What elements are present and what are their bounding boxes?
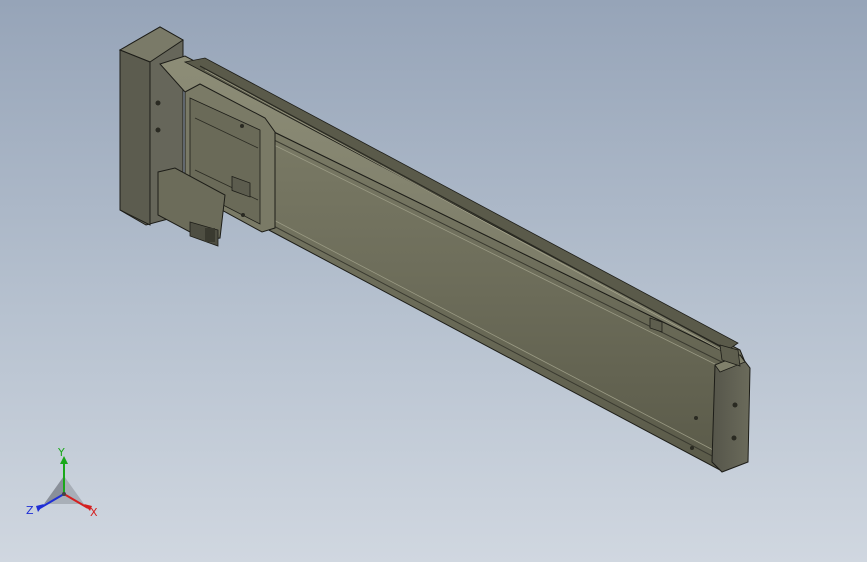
y-axis-label: Y bbox=[57, 446, 65, 459]
z-arrow-icon bbox=[36, 504, 44, 512]
linear-module-model[interactable] bbox=[0, 0, 867, 562]
axis-triad: Y X Z bbox=[26, 446, 98, 519]
graphics-viewport[interactable]: Y X Z bbox=[0, 0, 867, 562]
x-axis-label: X bbox=[90, 506, 98, 519]
z-axis-label: Z bbox=[26, 504, 34, 517]
